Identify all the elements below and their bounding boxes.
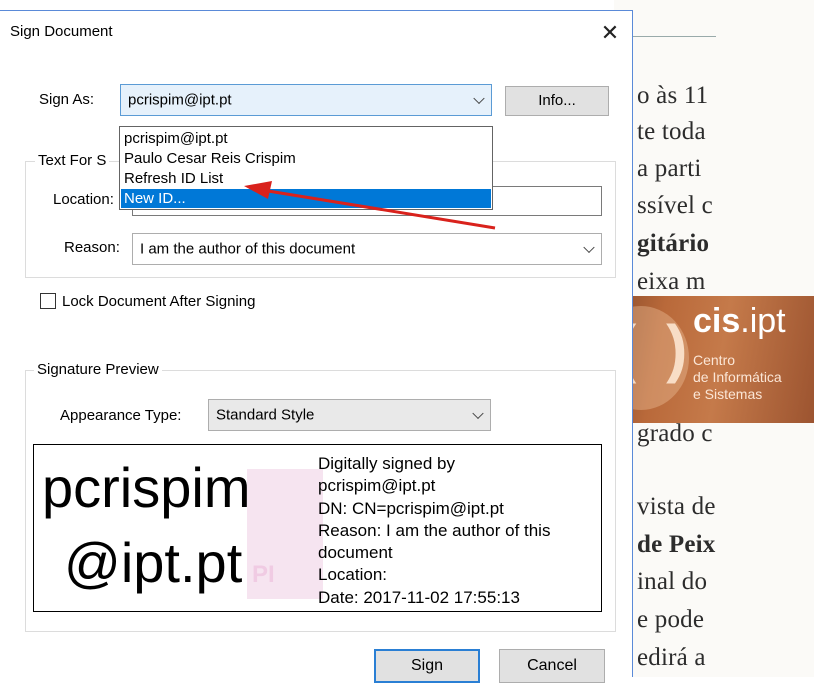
document-text-line: edirá a (637, 644, 706, 671)
info-button[interactable]: Info... (505, 86, 609, 116)
dialog-titlebar: Sign Document ✕ (0, 11, 632, 55)
sign-as-label: Sign As: (39, 91, 95, 108)
signature-detail-line: Date: 2017-11-02 17:55:13 (318, 587, 520, 607)
sign-as-select[interactable]: pcrispim@ipt.pt (120, 84, 492, 116)
text-group-title: Text For S (35, 152, 110, 169)
dialog-title: Sign Document (10, 23, 113, 40)
logo-name-rest: .ipt (740, 302, 786, 340)
sign-as-value: pcrispim@ipt.pt (128, 91, 232, 109)
close-icon[interactable]: ✕ (596, 19, 624, 47)
document-text-line: ssível c (637, 192, 713, 219)
document-text-line: de Peix (637, 531, 716, 558)
dropdown-item-refresh-id-list[interactable]: Refresh ID List (121, 169, 491, 188)
document-text-line: gitário (637, 230, 710, 257)
reason-select[interactable]: I am the author of this document (132, 233, 602, 265)
document-text-line: inal do (637, 568, 708, 595)
sign-as-dropdown-list: pcrispim@ipt.pt Paulo Cesar Reis Crispim… (119, 126, 493, 210)
dropdown-item-new-id[interactable]: New ID... (121, 189, 491, 208)
chevron-down-icon (473, 92, 485, 105)
document-text-line: a parti (637, 155, 702, 182)
chevron-down-icon (472, 407, 484, 420)
signature-detail-line: Location: (318, 565, 387, 585)
document-text-line: te toda (637, 118, 706, 145)
reason-value: I am the author of this document (140, 240, 356, 258)
watermark-text: PI (252, 561, 275, 588)
document-text-line: o às 11 (637, 82, 709, 109)
logo-name-bold: cis (693, 302, 741, 340)
signature-preview-box: PI pcrispim @ipt.pt Digitally signed by … (33, 444, 602, 612)
appearance-type-label: Appearance Type: (60, 407, 182, 424)
sign-button[interactable]: Sign (374, 649, 480, 683)
signature-detail-line: Reason: I am the author of this (318, 520, 551, 540)
cancel-button[interactable]: Cancel (499, 649, 605, 683)
logo-subtitle-line: Centro (693, 352, 736, 368)
signature-detail-line: DN: CN=pcrispim@ipt.pt (318, 498, 504, 518)
signature-name-line1: pcrispim (42, 456, 251, 519)
logo-name: cis.ipt (693, 302, 786, 341)
sign-document-dialog: Sign Document ✕ Sign As: pcrispim@ipt.pt… (0, 10, 633, 683)
signature-detail-line: pcrispim@ipt.pt (318, 476, 436, 496)
lock-document-checkbox[interactable] (40, 293, 56, 309)
document-text-line: vista de (637, 493, 716, 520)
dropdown-item-full-name[interactable]: Paulo Cesar Reis Crispim (121, 149, 491, 168)
document-text-line: grado c (637, 420, 713, 447)
signature-preview-title: Signature Preview (34, 361, 162, 378)
signature-details: Digitally signed by pcrispim@ipt.pt DN: … (318, 453, 550, 609)
reason-label: Reason: (64, 239, 120, 256)
logo-subtitle-line: de Informática (693, 369, 782, 385)
lock-document-label[interactable]: Lock Document After Signing (62, 293, 255, 310)
appearance-type-select[interactable]: Standard Style (208, 399, 491, 431)
document-rule (632, 36, 716, 37)
chevron-down-icon (583, 241, 595, 254)
location-label: Location: (53, 191, 114, 208)
document-text-line: e pode (637, 606, 705, 633)
signature-detail-line: document (318, 543, 393, 563)
logo-subtitle-line: e Sistemas (693, 386, 763, 402)
appearance-type-value: Standard Style (216, 406, 315, 424)
signature-detail-line: Digitally signed by (318, 454, 456, 473)
document-text-line: eixa m (637, 268, 706, 295)
dropdown-item-email[interactable]: pcrispim@ipt.pt (121, 129, 491, 148)
signature-name-line2: @ipt.pt (64, 531, 243, 594)
